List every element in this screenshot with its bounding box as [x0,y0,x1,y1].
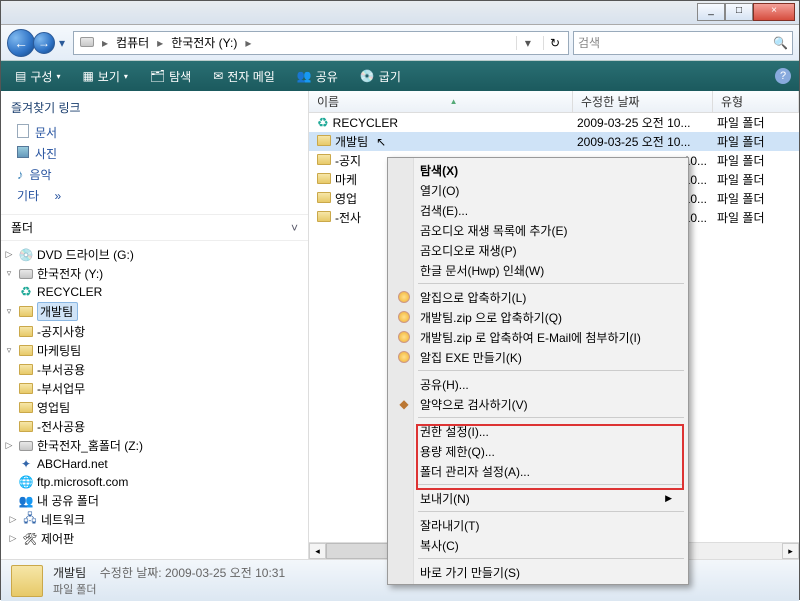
nav-bar: ← → ▾ ▸ 컴퓨터 ▸ 한국전자 (Y:) ▸ ▾ ↻ 검색 🔍 [1,25,799,61]
forward-button[interactable]: → [33,32,55,54]
ctx-explore[interactable]: 탐색(X) [390,160,686,180]
views-button[interactable]: ▦보기▾ [76,66,133,87]
nav-history-dropdown[interactable]: ▾ [55,29,69,57]
folder-icon [317,211,331,225]
folder-icon [317,154,331,168]
help-button[interactable]: ? [775,68,791,84]
favorites-header: 즐겨찾기 링크 [1,91,308,122]
column-headers[interactable]: 이름▲ 수정한 날짜 유형 [309,91,799,113]
ctx-open[interactable]: 열기(O) [390,180,686,200]
recycle-icon: ♻ [317,115,329,131]
tree-recycler[interactable]: ♻RECYCLER [3,283,306,301]
ctx-cut[interactable]: 잘라내기(T) [390,515,686,535]
selected-type: 파일 폴더 [53,581,285,597]
tree-control-panel[interactable]: ▷🛠제어판 [3,529,306,548]
breadcrumb-computer[interactable]: 컴퓨터 [112,33,153,52]
tree-drive-z[interactable]: ▷한국전자_홈폴더 (Z:) [3,436,306,455]
tree-marketing[interactable]: ▿마케팅팀 [3,341,306,360]
ctx-search[interactable]: 검색(E)... [390,200,686,220]
submenu-arrow-icon: ▶ [665,493,672,504]
ctx-alyac[interactable]: ◆알약으로 검사하기(V) [390,394,686,414]
search-input[interactable]: 검색 🔍 [573,31,793,55]
scroll-left-button[interactable]: ◂ [309,543,326,559]
search-placeholder: 검색 [578,34,600,51]
organize-button[interactable]: ▤구성▾ [9,66,66,87]
explorer-window: _ □ × ← → ▾ ▸ 컴퓨터 ▸ 한국전자 (Y:) ▸ ▾ ↻ 검색 🔍… [0,0,800,600]
col-date[interactable]: 수정한 날짜 [573,91,713,112]
selected-name: 개발팀 [53,566,86,580]
ctx-hwp-print[interactable]: 한글 문서(Hwp) 인쇄(W) [390,260,686,280]
scroll-right-button[interactable]: ▸ [782,543,799,559]
alzip-icon [396,349,412,365]
share-button[interactable]: 👥공유 [291,66,344,87]
fav-more[interactable]: 기타 » [11,185,298,206]
ctx-shortcut[interactable]: 바로 가기 만들기(S) [390,562,686,582]
ctx-gom-add[interactable]: 곰오디오 재생 목록에 추가(E) [390,220,686,240]
ctx-permission[interactable]: 권한 설정(I)... [390,421,686,441]
context-menu: 탐색(X) 열기(O) 검색(E)... 곰오디오 재생 목록에 추가(E) 곰… [387,157,689,585]
sort-indicator-icon: ▲ [450,97,458,106]
refresh-button[interactable]: ↻ [543,36,566,50]
ctx-share[interactable]: 공유(H)... [390,374,686,394]
tree-abchard[interactable]: ✦ABCHard.net [3,455,306,473]
address-bar[interactable]: ▸ 컴퓨터 ▸ 한국전자 (Y:) ▸ ▾ ↻ [73,31,569,55]
tree-ftp[interactable]: 🌐ftp.microsoft.com [3,473,306,491]
folder-icon [317,173,331,187]
ctx-alzip[interactable]: 알집으로 압축하기(L) [390,287,686,307]
tree-sales[interactable]: 영업팀 [3,398,306,417]
tree-deptshare[interactable]: -부서공용 [3,360,306,379]
ctx-quota[interactable]: 용량 제한(Q)... [390,441,686,461]
fav-music[interactable]: ♪음악 [11,164,298,185]
explore-button[interactable]: 🗂탐색 [144,66,197,87]
tree-dev[interactable]: ▿개발팀 [3,301,306,322]
shield-icon: ◆ [396,396,412,412]
ctx-alzip-zip[interactable]: 개발팀.zip 으로 압축하기(Q) [390,307,686,327]
tree-deptwork[interactable]: -부서업무 [3,379,306,398]
alzip-icon [396,309,412,325]
navigation-pane: 즐겨찾기 링크 문서 사진 ♪음악 기타 » 폴더˅ ▷💿DVD 드라이브 (G… [1,91,309,559]
titlebar[interactable]: _ □ × [1,1,799,25]
tree-dvd[interactable]: ▷💿DVD 드라이브 (G:) [3,245,306,264]
folder-icon [11,565,43,597]
col-type[interactable]: 유형 [713,91,799,112]
col-name[interactable]: 이름▲ [309,91,573,112]
folders-header[interactable]: 폴더˅ [1,214,308,241]
breadcrumb-sep: ▸ [102,36,108,50]
ctx-alzip-mail[interactable]: 개발팀.zip 로 압축하여 E-Mail에 첨부하기(I) [390,327,686,347]
tree-myshare[interactable]: 👥내 공유 폴더 [3,491,306,510]
close-button[interactable]: × [753,3,795,21]
folder-tree[interactable]: ▷💿DVD 드라이브 (G:) ▿한국전자 (Y:) ♻RECYCLER ▿개발… [1,241,308,559]
alzip-icon [396,289,412,305]
list-item[interactable]: 개발팀↖ 2009-03-25 오전 10...파일 폴더 [309,132,799,151]
minimize-button[interactable]: _ [697,3,725,21]
ctx-folder-admin[interactable]: 폴더 관리자 설정(A)... [390,461,686,481]
folder-icon [317,135,331,149]
alzip-icon [396,329,412,345]
tree-notice[interactable]: -공지사항 [3,322,306,341]
burn-button[interactable]: 💿굽기 [354,66,407,87]
fav-documents[interactable]: 문서 [11,122,298,143]
ctx-copy[interactable]: 복사(C) [390,535,686,555]
tree-drive-y[interactable]: ▿한국전자 (Y:) [3,264,306,283]
list-item[interactable]: ♻RECYCLER 2009-03-25 오전 10...파일 폴더 [309,113,799,132]
breadcrumb-drive[interactable]: 한국전자 (Y:) [167,33,241,52]
ctx-alzip-exe[interactable]: 알집 EXE 만들기(K) [390,347,686,367]
folder-icon [317,192,331,206]
search-icon[interactable]: 🔍 [773,36,788,50]
email-button[interactable]: ✉전자 메일 [207,66,281,87]
back-button[interactable]: ← [7,29,35,57]
tree-allshare[interactable]: -전사공용 [3,417,306,436]
ctx-gom-play[interactable]: 곰오디오로 재생(P) [390,240,686,260]
tree-network[interactable]: ▷🖧네트워크 [3,510,306,529]
ctx-send-to[interactable]: 보내기(N)▶ [390,488,686,508]
maximize-button[interactable]: □ [725,3,753,21]
fav-pictures[interactable]: 사진 [11,143,298,164]
address-dropdown[interactable]: ▾ [516,36,539,50]
collapse-icon[interactable]: ˅ [291,221,298,235]
command-bar: ▤구성▾ ▦보기▾ 🗂탐색 ✉전자 메일 👥공유 💿굽기 ? [1,61,799,91]
